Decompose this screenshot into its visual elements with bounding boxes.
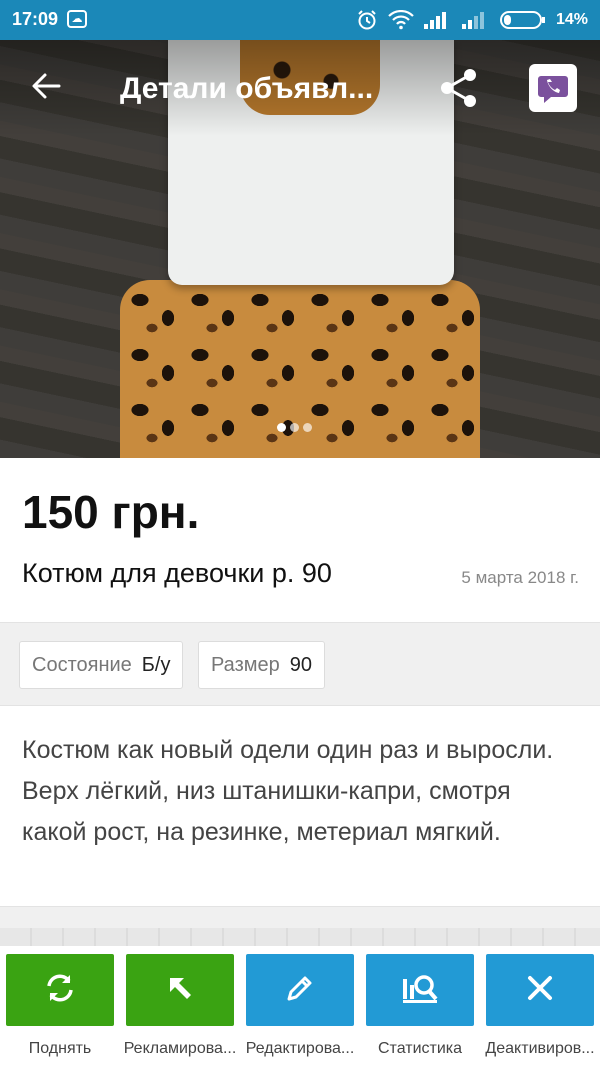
listing-header: 150 грн. Котюм для девочки р. 90 5 марта…	[0, 458, 600, 622]
status-icons: 14%	[356, 8, 588, 32]
edit-button[interactable]	[246, 954, 354, 1026]
battery-percent: 14%	[555, 11, 588, 28]
share-icon[interactable]	[437, 66, 481, 110]
listing-title: Котюм для девочки р. 90	[22, 558, 332, 588]
status-time: 17:09	[12, 9, 59, 29]
app-bar: Детали объявл...	[0, 40, 600, 136]
refresh-icon	[43, 971, 77, 1010]
param-chip-size: Размер 90	[198, 641, 325, 689]
listing-description: Костюм как новый одели один раз и выросл…	[0, 706, 600, 906]
description-text: Костюм как новый одели один раз и выросл…	[22, 736, 554, 846]
cloud-icon: ☁	[67, 10, 87, 28]
promote-button[interactable]	[126, 954, 234, 1026]
map-preview[interactable]	[0, 928, 600, 946]
arrow-up-left-icon	[164, 972, 196, 1009]
edit-label: Редактирова...	[245, 1040, 355, 1057]
alarm-icon	[356, 9, 378, 31]
raise-label: Поднять	[28, 1040, 92, 1057]
gallery-dot[interactable]	[290, 423, 299, 432]
params-section: Состояние Б/у Размер 90	[0, 622, 600, 706]
statistics-icon	[401, 971, 439, 1010]
listing-date: 5 марта 2018 г.	[461, 568, 579, 587]
status-bar: 17:09 ☁ 14%	[0, 0, 600, 40]
action-bar: Поднять Рекламирова... Редактирова... Ст…	[0, 946, 600, 1065]
signal-icon	[423, 11, 452, 29]
gallery-dot[interactable]	[303, 423, 312, 432]
back-arrow-icon[interactable]	[28, 68, 64, 104]
statistics-label: Статистика	[377, 1040, 463, 1057]
param-value: Б/у	[141, 653, 171, 676]
signal-icon	[461, 11, 490, 29]
gallery-dot[interactable]	[277, 423, 286, 432]
wifi-icon	[388, 10, 414, 30]
param-label: Состояние	[32, 653, 132, 676]
pencil-icon	[284, 972, 316, 1009]
listing-price: 150 грн.	[22, 486, 200, 538]
param-chip-condition: Состояние Б/у	[19, 641, 184, 689]
param-value: 90	[289, 653, 312, 676]
deactivate-button[interactable]	[486, 954, 594, 1026]
raise-button[interactable]	[6, 954, 114, 1026]
viber-icon[interactable]	[529, 64, 577, 112]
close-icon	[525, 973, 555, 1008]
deactivate-label: Деактивиров...	[485, 1040, 595, 1057]
battery-icon	[499, 10, 546, 30]
gallery-dots	[277, 423, 312, 432]
statistics-button[interactable]	[366, 954, 474, 1026]
param-label: Размер	[211, 653, 280, 676]
page-title: Детали объявл...	[120, 72, 374, 105]
promote-label: Рекламирова...	[123, 1040, 237, 1057]
